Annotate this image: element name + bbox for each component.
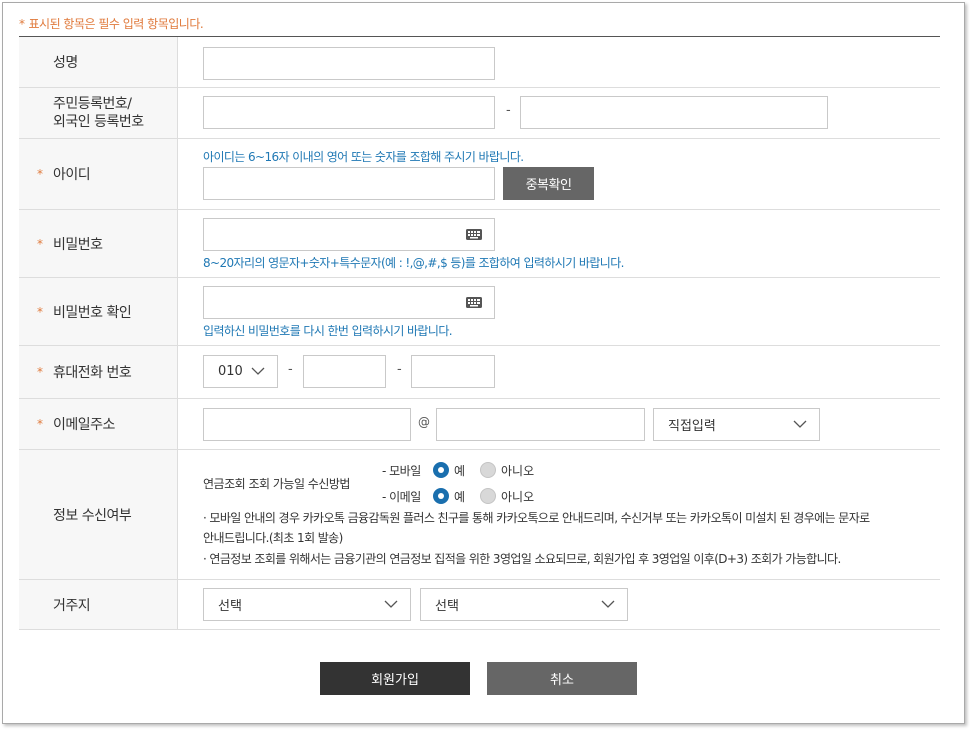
email-domain-select[interactable]: 직접입력 xyxy=(653,408,820,441)
receive-method-title: 연금조회 조회 가능일 수신방법 xyxy=(203,477,350,491)
userid-input[interactable] xyxy=(203,167,495,200)
phone-prefix-select[interactable]: 010 xyxy=(203,355,278,388)
label-phone-text: 휴대전화 번호 xyxy=(53,365,132,381)
value-email: @ 직접입력 xyxy=(178,399,940,449)
residence-city-value: 선택 xyxy=(218,599,242,614)
receive-mobile-label: - 모바일 xyxy=(382,464,421,478)
row-receive: 정보 수신여부 연금조회 조회 가능일 수신방법 - 모바일 예 아니오 - 이… xyxy=(19,450,940,580)
label-password-text: 비밀번호 xyxy=(53,236,103,253)
signup-form-table: 성명 주민등록번호/ 외국인 등록번호 - * 아이디 아이디는 6~16자 이… xyxy=(19,36,940,630)
label-resident: 주민등록번호/ 외국인 등록번호 xyxy=(19,88,178,138)
row-phone: * 휴대전화 번호 010 - - xyxy=(19,346,940,399)
keyboard-icon[interactable] xyxy=(466,297,482,308)
phone-dash-2: - xyxy=(397,362,402,377)
required-mark: * xyxy=(37,236,43,251)
label-residence-text: 거주지 xyxy=(53,597,91,614)
label-name: 성명 xyxy=(19,37,178,87)
value-userid: 아이디는 6~16자 이내의 영어 또는 숫자를 조합해 주시기 바랍니다. 중… xyxy=(178,139,940,209)
row-resident: 주민등록번호/ 외국인 등록번호 - xyxy=(19,88,940,139)
mobile-no-label: 아니오 xyxy=(501,464,535,478)
signup-frame: * 표시된 항목은 필수 입력 항목입니다. 성명 주민등록번호/ 외국인 등록번… xyxy=(2,2,965,724)
required-star: * xyxy=(19,17,25,31)
label-userid: * 아이디 xyxy=(19,139,178,209)
userid-hint: 아이디는 6~16자 이내의 영어 또는 숫자를 조합해 주시기 바랍니다. xyxy=(203,150,524,164)
value-resident: - xyxy=(178,88,940,138)
value-residence: 선택 선택 xyxy=(178,580,940,629)
mobile-yes-radio[interactable] xyxy=(433,462,449,478)
row-residence: 거주지 선택 선택 xyxy=(19,580,940,630)
email-yes-label: 예 xyxy=(454,490,466,504)
receive-note-2: · 연금정보 조회를 위해서는 금융기관의 연금정보 집적을 위한 3영업일 소… xyxy=(203,552,841,566)
resident-back-input[interactable] xyxy=(520,96,828,129)
row-name: 성명 xyxy=(19,37,940,88)
value-phone: 010 - - xyxy=(178,346,940,398)
label-email-text: 이메일주소 xyxy=(53,417,115,433)
receive-note-1-line2: 안내드립니다.(최초 1회 발송) xyxy=(203,531,343,545)
email-domain-input[interactable] xyxy=(436,408,645,441)
row-password: * 비밀번호 8~20자리의 영문자+숫자+특수문자(예 : !,@,#,$ 등… xyxy=(19,210,940,278)
label-receive-text: 정보 수신여부 xyxy=(53,507,132,524)
value-password: 8~20자리의 영문자+숫자+특수문자(예 : !,@,#,$ 등)를 조합하여… xyxy=(178,210,940,277)
residence-district-value: 선택 xyxy=(435,599,459,614)
required-mark: * xyxy=(37,365,43,379)
label-name-text: 성명 xyxy=(53,55,78,71)
email-domain-select-value: 직접입력 xyxy=(668,419,716,434)
label-password: * 비밀번호 xyxy=(19,210,178,277)
chevron-down-icon xyxy=(384,600,398,608)
keyboard-icon[interactable] xyxy=(466,229,482,240)
phone-prefix-value: 010 xyxy=(218,364,243,379)
mobile-no-radio[interactable] xyxy=(480,462,496,478)
label-resident-line2: 외국인 등록번호 xyxy=(53,114,144,130)
phone-last-input[interactable] xyxy=(411,355,495,388)
receive-email-label: - 이메일 xyxy=(382,490,421,504)
required-mark: * xyxy=(37,167,43,181)
email-no-radio[interactable] xyxy=(480,488,496,504)
label-userid-text: 아이디 xyxy=(53,167,91,183)
label-receive: 정보 수신여부 xyxy=(19,450,178,579)
residence-district-select[interactable]: 선택 xyxy=(420,588,628,621)
resident-front-input[interactable] xyxy=(203,96,495,129)
label-phone: * 휴대전화 번호 xyxy=(19,346,178,398)
required-mark: * xyxy=(37,304,43,319)
password-confirm-input[interactable] xyxy=(203,286,495,319)
password-hint: 8~20자리의 영문자+숫자+특수문자(예 : !,@,#,$ 등)를 조합하여… xyxy=(203,256,624,270)
required-notice-text: 표시된 항목은 필수 입력 항목입니다. xyxy=(28,17,204,31)
duplicate-check-button[interactable]: 중복확인 xyxy=(503,167,594,200)
mobile-yes-label: 예 xyxy=(454,464,466,478)
label-residence: 거주지 xyxy=(19,580,178,629)
required-mark: * xyxy=(37,417,43,431)
receive-note-1-line1: · 모바일 안내의 경우 카카오톡 금융감독원 플러스 친구를 통해 카카오톡으… xyxy=(203,511,870,525)
email-no-label: 아니오 xyxy=(501,490,535,504)
value-name xyxy=(178,37,940,87)
email-yes-radio[interactable] xyxy=(433,488,449,504)
label-resident-line1: 주민등록번호/ xyxy=(53,96,132,112)
join-button[interactable]: 회원가입 xyxy=(320,662,470,695)
cancel-button[interactable]: 취소 xyxy=(487,662,637,695)
label-email: * 이메일주소 xyxy=(19,399,178,449)
residence-city-select[interactable]: 선택 xyxy=(203,588,411,621)
password-confirm-hint: 입력하신 비밀번호를 다시 한번 입력하시기 바랍니다. xyxy=(203,324,453,338)
phone-middle-input[interactable] xyxy=(303,355,386,388)
row-userid: * 아이디 아이디는 6~16자 이내의 영어 또는 숫자를 조합해 주시기 바… xyxy=(19,139,940,210)
phone-dash-1: - xyxy=(288,362,293,377)
name-input[interactable] xyxy=(203,47,495,80)
email-id-input[interactable] xyxy=(203,408,411,441)
chevron-down-icon xyxy=(793,420,807,428)
value-receive: 연금조회 조회 가능일 수신방법 - 모바일 예 아니오 - 이메일 예 아니오… xyxy=(178,450,940,579)
email-at-sign: @ xyxy=(418,415,430,429)
chevron-down-icon xyxy=(251,367,265,375)
row-password-confirm: * 비밀번호 확인 입력하신 비밀번호를 다시 한번 입력하시기 바랍니다. xyxy=(19,278,940,346)
row-email: * 이메일주소 @ 직접입력 xyxy=(19,399,940,450)
required-notice: * 표시된 항목은 필수 입력 항목입니다. xyxy=(19,15,204,32)
chevron-down-icon xyxy=(601,600,615,608)
label-password-confirm-text: 비밀번호 확인 xyxy=(53,304,132,321)
value-password-confirm: 입력하신 비밀번호를 다시 한번 입력하시기 바랍니다. xyxy=(178,278,940,345)
resident-dash: - xyxy=(506,103,511,118)
label-password-confirm: * 비밀번호 확인 xyxy=(19,278,178,345)
password-input[interactable] xyxy=(203,218,495,251)
